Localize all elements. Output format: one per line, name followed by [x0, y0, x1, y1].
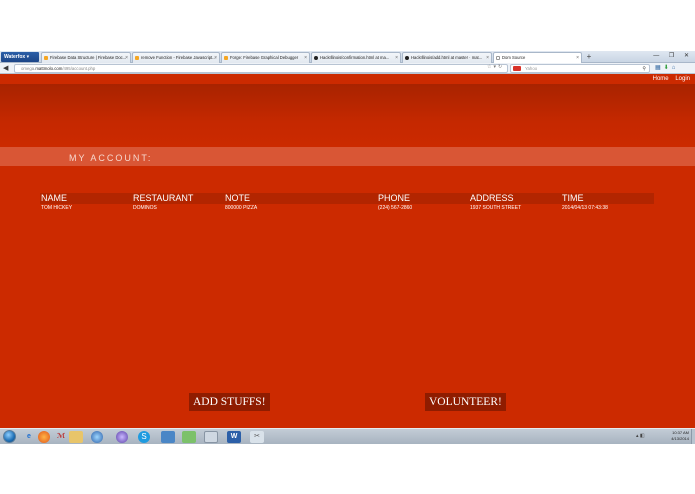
column-header-address: ADDRESS: [470, 193, 514, 203]
firebase-favicon-icon: [44, 56, 48, 60]
close-tab-icon[interactable]: ×: [395, 53, 398, 63]
tab-label: HackIllinois/confirmation.html at ma...: [320, 55, 390, 60]
account-section-band: MY ACCOUNT:: [0, 147, 695, 166]
table-row: TOM HICKEY DOMINOS 800000 PIZZA (224) 56…: [40, 204, 654, 213]
clock-date: 4/13/2014: [671, 436, 689, 441]
tab-label: Forge: Firebase Graphical Debugger: [230, 55, 299, 60]
bookmark-icon[interactable]: ▦: [655, 65, 664, 71]
close-tab-icon[interactable]: ×: [304, 53, 307, 63]
browser-tab[interactable]: Forge: Firebase Graphical Debugger ×: [221, 52, 310, 63]
firefox-icon[interactable]: [38, 431, 50, 443]
page-content: Home Login MY ACCOUNT: NAME RESTAURANT N…: [0, 74, 695, 428]
tab-label: remove Function - Firebase Javascript...: [141, 55, 216, 60]
waterfox-icon[interactable]: [91, 431, 103, 443]
app-menu-button[interactable]: Waterfox ▾: [1, 52, 39, 62]
table-cell: (224) 567-2860: [378, 205, 413, 211]
download-icon[interactable]: ⬇: [664, 65, 672, 71]
app-menu-label: Waterfox: [4, 54, 26, 60]
table-cell: 800000 PIZZA: [225, 205, 258, 211]
github-favicon-icon: [405, 56, 409, 60]
nav-login-link[interactable]: Login: [675, 76, 690, 82]
start-button-icon[interactable]: [3, 430, 16, 443]
firebase-favicon-icon: [224, 56, 228, 60]
table-cell: 1937 SOUTH STREET: [470, 205, 522, 211]
screen-top-margin: [0, 0, 695, 51]
search-placeholder: Yahoo: [525, 66, 538, 71]
tab-label: HackIllinois/add.html at master · mat...: [411, 55, 483, 60]
explorer-window-icon[interactable]: [204, 431, 218, 443]
show-desktop-button[interactable]: [691, 429, 695, 445]
column-header-time: TIME: [562, 193, 584, 203]
paint-icon[interactable]: [182, 431, 196, 443]
search-bar[interactable]: Yahoo ⚲: [510, 64, 650, 73]
back-arrow-icon[interactable]: ◀: [3, 64, 12, 73]
search-icon[interactable]: ⚲: [642, 65, 646, 73]
header-band: [0, 84, 695, 147]
disk-icon[interactable]: [161, 431, 175, 443]
screen-bottom-margin: [0, 444, 695, 494]
browser-nav-bar: ◀ omega.mattmolo.com/495/account.php ☆▾↻…: [0, 63, 695, 74]
volunteer-button[interactable]: VOLUNTEER!: [425, 393, 506, 411]
windows-taskbar: e ℳ S W ✂ ▴ ◧ 10:37 AM 4/13/2014: [0, 428, 695, 445]
site-nav: Home Login: [648, 76, 690, 82]
url-path: /495/account.php: [62, 66, 96, 71]
column-header-name: NAME: [41, 193, 68, 203]
close-tab-icon[interactable]: ×: [125, 53, 128, 63]
skype-icon[interactable]: S: [138, 431, 150, 443]
home-icon[interactable]: ⌂: [672, 65, 679, 71]
table-cell: DOMINOS: [133, 205, 157, 211]
browser-tab[interactable]: remove Function - Firebase Javascript...…: [132, 52, 220, 63]
url-prefix: omega.: [21, 66, 36, 71]
reload-icon[interactable]: ↻: [498, 64, 504, 70]
column-header-note: NOTE: [225, 193, 251, 203]
browser-tab-strip: Waterfox ▾ Firebase Data Structure | Fir…: [0, 51, 695, 63]
ie-icon[interactable]: e: [22, 431, 36, 443]
page-title: MY ACCOUNT:: [69, 153, 153, 163]
browser-tab-active[interactable]: Dom Source ×: [493, 52, 582, 63]
table-header-row: NAME RESTAURANT NOTE PHONE ADDRESS TIME: [40, 193, 654, 204]
snipping-tool-icon[interactable]: ✂: [250, 431, 264, 443]
close-tab-icon[interactable]: ×: [576, 53, 579, 63]
firebase-favicon-icon: [135, 56, 139, 60]
eclipse-icon[interactable]: ℳ: [54, 431, 68, 443]
close-tab-icon[interactable]: ×: [214, 53, 217, 63]
table-cell: TOM HICKEY: [41, 205, 73, 211]
browser-tab[interactable]: HackIllinois/add.html at master · mat...…: [402, 52, 492, 63]
system-tray-icons[interactable]: ▴ ◧: [636, 433, 645, 439]
orders-table: NAME RESTAURANT NOTE PHONE ADDRESS TIME …: [40, 193, 654, 213]
window-controls[interactable]: — ❐ ✕: [653, 52, 693, 59]
toolbar-icons: ▦⬇⌂: [655, 64, 678, 71]
close-tab-icon[interactable]: ×: [486, 53, 489, 63]
page-favicon-icon: [496, 56, 500, 60]
word-icon[interactable]: W: [227, 431, 241, 443]
column-header-restaurant: RESTAURANT: [133, 193, 194, 203]
column-header-phone: PHONE: [378, 193, 411, 203]
tab-label: Firebase Data Structure | Firebase Doc..…: [50, 55, 127, 60]
browser-tab[interactable]: Firebase Data Structure | Firebase Doc..…: [41, 52, 131, 63]
browser-tab[interactable]: HackIllinois/confirmation.html at ma... …: [311, 52, 401, 63]
search-engine-icon[interactable]: [513, 66, 521, 71]
add-stuffs-button[interactable]: ADD STUFFS!: [189, 393, 270, 411]
url-domain: mattmolo.com: [35, 66, 63, 71]
nav-home-link[interactable]: Home: [653, 76, 669, 82]
eclipse-ide-icon[interactable]: [116, 431, 128, 443]
github-favicon-icon: [314, 56, 318, 60]
system-clock[interactable]: 10:37 AM 4/13/2014: [671, 430, 689, 442]
new-tab-button[interactable]: +: [584, 52, 594, 62]
tab-label: Dom Source: [502, 55, 526, 60]
url-bar[interactable]: omega.mattmolo.com/495/account.php: [14, 64, 508, 73]
url-bar-icons: ☆▾↻: [487, 64, 504, 70]
folder-icon[interactable]: [69, 431, 83, 443]
table-cell: 2014/04/13 07:43:38: [562, 205, 608, 211]
